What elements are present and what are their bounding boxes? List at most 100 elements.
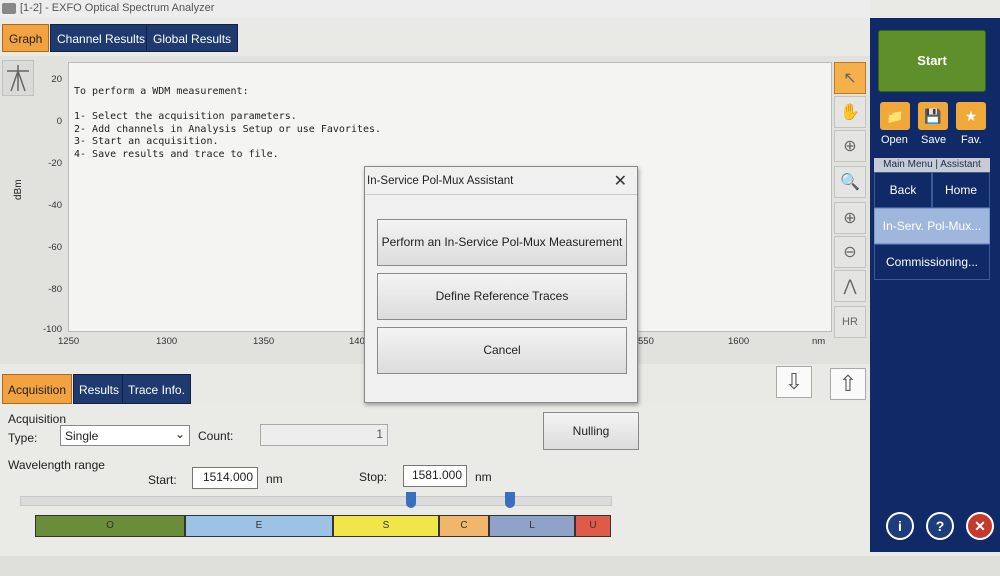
info-button[interactable]: i [886, 512, 914, 540]
count-label: Count: [198, 429, 234, 443]
open-label: Open [881, 134, 908, 146]
zoom-one-button[interactable]: 🔍 [834, 166, 866, 198]
stop-wavelength-field[interactable]: 1581.000 [403, 465, 467, 487]
info-icon: i [898, 518, 902, 534]
dialog-divider [365, 194, 637, 195]
dialog-title: In-Service Pol-Mux Assistant [367, 175, 514, 187]
start-unit: nm [266, 472, 283, 486]
tab-channel-results[interactable]: Channel Results [50, 24, 153, 52]
x-tick: 1600 [728, 336, 750, 347]
x-tick: 1350 [253, 336, 275, 347]
perform-measurement-button[interactable]: Perform an In-Service Pol-Mux Measuremen… [377, 219, 627, 266]
cancel-button[interactable]: Cancel [377, 327, 627, 374]
wavelength-slider-track[interactable] [20, 496, 612, 506]
arrow-up-icon: ⇧ [838, 371, 858, 396]
band-l: L [489, 515, 575, 537]
expand-up-button[interactable]: ⇧ [830, 368, 866, 400]
nulling-button[interactable]: Nulling [543, 412, 639, 450]
band-e: E [185, 515, 333, 537]
favorites-button[interactable]: ★ [956, 102, 986, 130]
x-tick: 140 [349, 336, 365, 347]
y-tick: -40 [48, 200, 62, 211]
y-tick: 20 [51, 74, 62, 85]
x-axis-unit: nm [812, 336, 826, 347]
zoom-out-icon: ⊖ [843, 244, 857, 261]
x-tick: 1300 [156, 336, 178, 347]
y-tick: -20 [48, 158, 62, 169]
band-c: C [439, 515, 489, 537]
menu-tabs[interactable]: Main Menu | Assistant [874, 158, 990, 172]
hr-button[interactable]: HR [834, 306, 866, 338]
trace-marker-icon [7, 65, 29, 92]
in-service-pol-mux-item[interactable]: In-Serv. Pol-Mux... [874, 208, 990, 244]
x-tick: 550 [638, 336, 654, 347]
star-icon: ★ [964, 108, 978, 124]
zoom-one-icon: 🔍 [840, 174, 860, 191]
status-bar [0, 556, 1000, 576]
open-button[interactable]: 📁 [880, 102, 910, 130]
start-label: Start: [148, 473, 177, 487]
pol-mux-assistant-dialog: In-Service Pol-Mux Assistant ✕ Perform a… [364, 166, 638, 403]
instruction-line: 3- Start an acquisition. [74, 136, 219, 148]
start-slider-handle[interactable] [406, 492, 416, 508]
zoom-in-button[interactable]: ⊕ [834, 202, 866, 234]
instruction-line: 2- Add channels in Analysis Setup or use… [74, 123, 382, 135]
right-control-panel [870, 18, 1000, 552]
home-button[interactable]: Home [932, 172, 990, 208]
zoom-fit-button[interactable]: ⊕ [834, 130, 866, 162]
pan-tool-button[interactable]: ✋ [834, 96, 866, 128]
pointer-icon: ↖ [843, 70, 857, 87]
start-button[interactable]: Start [878, 30, 986, 92]
count-field[interactable]: 1 [260, 424, 388, 446]
tab-results[interactable]: Results [73, 374, 126, 404]
dialog-close-icon[interactable]: ✕ [614, 171, 627, 191]
close-icon: ✕ [974, 518, 986, 534]
pointer-tool-button[interactable]: ↖ [834, 62, 866, 94]
help-button[interactable]: ? [926, 512, 954, 540]
tab-trace-info[interactable]: Trace Info. [122, 374, 191, 404]
help-icon: ? [935, 518, 945, 534]
exit-button[interactable]: ✕ [966, 512, 994, 540]
x-tick: 1250 [58, 336, 80, 347]
back-button[interactable]: Back [874, 172, 932, 208]
marker-icon-box[interactable] [2, 60, 34, 96]
zoom-out-button[interactable]: ⊖ [834, 236, 866, 268]
window-title-bar: [1-2] - EXFO Optical Spectrum Analyzer [0, 0, 870, 18]
stop-slider-handle[interactable] [505, 492, 515, 508]
band-s: S [333, 515, 439, 537]
instruction-line [74, 99, 381, 112]
y-tick: -60 [48, 242, 62, 253]
save-label: Save [921, 134, 947, 146]
collapse-down-button[interactable]: ⇩ [776, 366, 812, 398]
y-axis-label: dBm [13, 179, 24, 200]
arrow-down-icon: ⇩ [784, 369, 804, 394]
y-tick: 0 [56, 116, 62, 127]
tab-global-results[interactable]: Global Results [146, 24, 239, 52]
y-tick: -80 [48, 284, 62, 295]
window-title: [1-2] - EXFO Optical Spectrum Analyzer [20, 2, 215, 14]
type-select[interactable]: Single ⌄ [60, 425, 190, 446]
band-u: U [575, 515, 611, 537]
instruction-line: 4- Save results and trace to file. [74, 148, 279, 160]
type-select-value: Single [65, 429, 99, 443]
stop-label: Stop: [359, 470, 388, 484]
commissioning-item[interactable]: Commissioning... [874, 244, 990, 280]
zoom-in-icon: ⊕ [843, 210, 857, 227]
instruction-line: To perform a WDM measurement: [74, 86, 249, 97]
define-reference-traces-button[interactable]: Define Reference Traces [377, 273, 627, 320]
disk-icon: 💾 [924, 108, 942, 124]
y-tick: -100 [42, 324, 62, 335]
wdm-instructions: To perform a WDM measurement: 1- Select … [74, 86, 381, 162]
start-wavelength-field[interactable]: 1514.000 [192, 467, 258, 489]
instruction-line: 1- Select the acquisition parameters. [74, 111, 297, 123]
save-button[interactable]: 💾 [918, 102, 948, 130]
zoom-fit-icon: ⊕ [843, 138, 857, 155]
band-o: O [35, 515, 185, 537]
marker-range-icon: ⋀ [843, 278, 857, 295]
chevron-down-icon: ⌄ [174, 427, 185, 441]
acquisition-section-label: Acquisition [8, 412, 67, 426]
tab-graph[interactable]: Graph [2, 24, 50, 52]
tab-acquisition[interactable]: Acquisition [2, 374, 73, 404]
marker-range-button[interactable]: ⋀ [834, 270, 866, 302]
type-label: Type: [8, 431, 38, 445]
